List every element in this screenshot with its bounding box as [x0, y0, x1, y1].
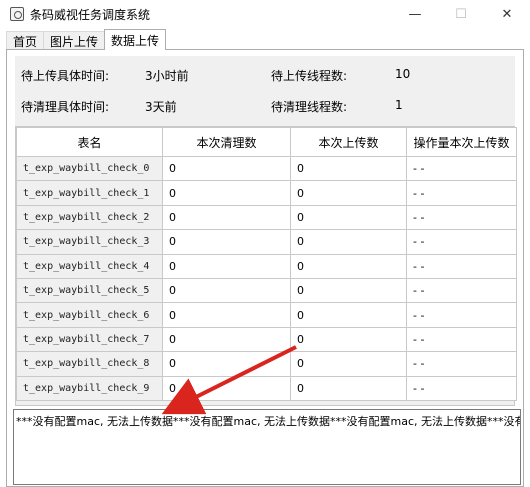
table-row[interactable]: t_exp_waybill_check_7 0 0- -	[16, 326, 517, 353]
cell-cleaned-count[interactable]: 0	[162, 204, 291, 231]
table-body: t_exp_waybill_check_0 0 0- - t_exp_waybill_…	[16, 155, 517, 401]
cell-uploaded-count[interactable]: 0	[290, 229, 407, 255]
title-bar: 条码威视任务调度系统 — ☐ ✕	[0, 0, 530, 28]
cell-uploaded-count[interactable]: 0	[290, 253, 407, 279]
clean-threads-value: 1	[395, 98, 403, 112]
cell-uploaded-count[interactable]: 0	[290, 204, 407, 231]
table-row[interactable]: t_exp_waybill_check_6 0 0- -	[16, 302, 517, 328]
table-row[interactable]: t_exp_waybill_check_2 0 0- -	[16, 204, 517, 231]
column-header-operation-upload-count[interactable]: 操作量本次上传数	[406, 127, 517, 157]
cell-operation-upload-count[interactable]: - -	[406, 326, 517, 353]
upload-threads-label: 待上传线程数:	[271, 69, 348, 83]
pending-upload-time-label: 待上传具体时间:	[21, 69, 110, 83]
cell-uploaded-count[interactable]: 0	[290, 180, 407, 206]
cell-table-name[interactable]: t_exp_waybill_check_2	[16, 204, 163, 231]
cell-cleaned-count[interactable]: 0	[162, 351, 291, 377]
cell-table-name[interactable]: t_exp_waybill_check_8	[16, 351, 163, 377]
cell-operation-upload-count[interactable]: - -	[406, 253, 517, 279]
cell-uploaded-count[interactable]: 0	[290, 326, 407, 353]
pending-clean-time-value: 3天前	[145, 100, 177, 114]
window-controls: — ☐ ✕	[392, 0, 530, 28]
log-textbox[interactable]: ***没有配置mac, 无法上传数据***没有配置mac, 无法上传数据***没…	[13, 409, 521, 485]
table-row[interactable]: t_exp_waybill_check_9 0 0- -	[16, 375, 517, 401]
minimize-button[interactable]: —	[392, 0, 438, 28]
cell-operation-upload-count[interactable]: - -	[406, 180, 517, 206]
cell-operation-upload-count[interactable]: - -	[406, 229, 517, 255]
tab-strip: 首页 图片上传 数据上传	[6, 29, 167, 50]
upload-table: 表名 本次清理数 本次上传数 操作量本次上传数 t_exp_waybill_ch…	[16, 127, 517, 401]
cell-uploaded-count[interactable]: 0	[290, 277, 407, 304]
table-header-row: 表名 本次清理数 本次上传数 操作量本次上传数	[16, 127, 517, 157]
window-title: 条码威视任务调度系统	[30, 7, 151, 22]
table-row[interactable]: t_exp_waybill_check_4 0 0- -	[16, 253, 517, 279]
table-row[interactable]: t_exp_waybill_check_3 0 0- -	[16, 229, 517, 255]
clean-threads-label: 待清理线程数:	[271, 100, 348, 114]
cell-table-name[interactable]: t_exp_waybill_check_9	[16, 375, 163, 401]
tab-image-upload[interactable]: 图片上传	[43, 31, 106, 50]
column-header-table-name[interactable]: 表名	[16, 127, 163, 157]
pending-clean-time-label: 待清理具体时间:	[21, 100, 110, 114]
cell-operation-upload-count[interactable]: - -	[406, 351, 517, 377]
table-row[interactable]: t_exp_waybill_check_1 0 0- -	[16, 180, 517, 206]
maximize-button[interactable]: ☐	[438, 0, 484, 28]
close-button[interactable]: ✕	[484, 0, 530, 28]
tab-home[interactable]: 首页	[6, 31, 45, 50]
cell-table-name[interactable]: t_exp_waybill_check_3	[16, 229, 163, 255]
cell-uploaded-count[interactable]: 0	[290, 155, 407, 182]
cell-cleaned-count[interactable]: 0	[162, 180, 291, 206]
cell-operation-upload-count[interactable]: - -	[406, 204, 517, 231]
table-row[interactable]: t_exp_waybill_check_0 0 0- -	[16, 155, 517, 182]
cell-cleaned-count[interactable]: 0	[162, 229, 291, 255]
app-clock-icon	[10, 7, 24, 21]
cell-operation-upload-count[interactable]: - -	[406, 277, 517, 304]
cell-cleaned-count[interactable]: 0	[162, 253, 291, 279]
cell-operation-upload-count[interactable]: - -	[406, 302, 517, 328]
cell-operation-upload-count[interactable]: - -	[406, 155, 517, 182]
cell-uploaded-count[interactable]: 0	[290, 302, 407, 328]
cell-table-name[interactable]: t_exp_waybill_check_1	[16, 180, 163, 206]
cell-uploaded-count[interactable]: 0	[290, 351, 407, 377]
column-header-uploaded-count[interactable]: 本次上传数	[290, 127, 407, 157]
pending-upload-time-value: 3小时前	[145, 69, 189, 83]
cell-table-name[interactable]: t_exp_waybill_check_5	[16, 277, 163, 304]
column-header-cleaned-count[interactable]: 本次清理数	[162, 127, 291, 157]
cell-cleaned-count[interactable]: 0	[162, 326, 291, 353]
cell-cleaned-count[interactable]: 0	[162, 277, 291, 304]
cell-table-name[interactable]: t_exp_waybill_check_0	[16, 155, 163, 182]
table-row[interactable]: t_exp_waybill_check_8 0 0- -	[16, 351, 517, 377]
data-upload-panel: 待上传具体时间: 3小时前 待上传线程数: 10 待清理具体时间: 3天前 待清…	[6, 49, 524, 487]
tab-data-upload[interactable]: 数据上传	[104, 29, 167, 50]
cell-table-name[interactable]: t_exp_waybill_check_6	[16, 302, 163, 328]
upload-data-grid: 表名 本次清理数 本次上传数 操作量本次上传数 t_exp_waybill_ch…	[15, 126, 517, 406]
cell-cleaned-count[interactable]: 0	[162, 155, 291, 182]
cell-uploaded-count[interactable]: 0	[290, 375, 407, 401]
cell-operation-upload-count[interactable]: - -	[406, 375, 517, 401]
cell-table-name[interactable]: t_exp_waybill_check_4	[16, 253, 163, 279]
upload-threads-value: 10	[395, 67, 411, 81]
cell-cleaned-count[interactable]: 0	[162, 302, 291, 328]
cell-table-name[interactable]: t_exp_waybill_check_7	[16, 326, 163, 353]
table-row[interactable]: t_exp_waybill_check_5 0 0- -	[16, 277, 517, 304]
cell-cleaned-count[interactable]: 0	[162, 375, 291, 401]
